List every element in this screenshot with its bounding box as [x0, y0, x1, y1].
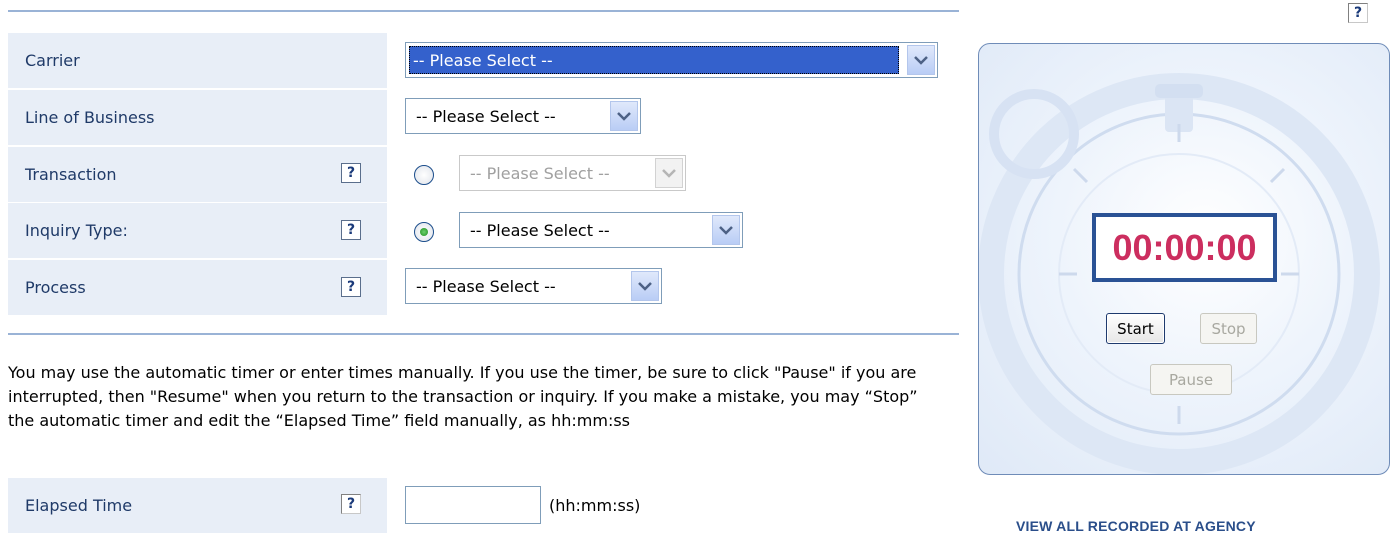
- process-select[interactable]: -- Please Select --: [405, 268, 662, 304]
- middle-divider: [8, 333, 959, 335]
- view-all-recorded-link[interactable]: VIEW ALL RECORDED AT AGENCY: [1016, 518, 1256, 534]
- timer-panel: 00:00:00 Start Stop Pause: [978, 43, 1390, 475]
- elapsed-time-input[interactable]: [405, 486, 541, 524]
- inquiry-type-label-text: Inquiry Type:: [25, 221, 128, 240]
- line-of-business-select[interactable]: -- Please Select --: [405, 98, 641, 134]
- inquiry-type-radio[interactable]: [414, 222, 434, 242]
- elapsed-time-label-text: Elapsed Time: [25, 496, 133, 515]
- start-button[interactable]: Start: [1106, 313, 1165, 344]
- stop-button: Stop: [1200, 313, 1257, 344]
- elapsed-timer-display: 00:00:00: [1092, 213, 1277, 282]
- timer-help-icon[interactable]: ?: [1348, 3, 1368, 23]
- chevron-down-icon[interactable]: [610, 101, 638, 131]
- elapsed-time-help-icon[interactable]: ?: [341, 494, 361, 514]
- carrier-select-value: -- Please Select --: [409, 46, 899, 74]
- process-select-value: -- Please Select --: [416, 276, 556, 296]
- process-help-icon[interactable]: ?: [341, 277, 361, 297]
- transaction-radio[interactable]: [414, 165, 434, 185]
- chevron-down-icon: [655, 158, 683, 188]
- inquiry-type-help-icon[interactable]: ?: [341, 220, 361, 240]
- transaction-select-value: -- Please Select --: [470, 163, 610, 183]
- carrier-label: Carrier: [8, 33, 387, 88]
- transaction-label-text: Transaction: [25, 165, 117, 184]
- elapsed-time-label: Elapsed Time: [8, 478, 387, 533]
- process-label: Process: [8, 260, 387, 315]
- timer-instructions: You may use the automatic timer or enter…: [8, 363, 918, 430]
- radio-selected-dot: [420, 228, 428, 236]
- pause-button: Pause: [1150, 364, 1232, 395]
- inquiry-type-select-value: -- Please Select --: [470, 220, 610, 240]
- inquiry-type-label: Inquiry Type:: [8, 203, 387, 258]
- carrier-select[interactable]: -- Please Select --: [405, 42, 938, 78]
- transaction-select: -- Please Select --: [459, 155, 686, 191]
- process-label-text: Process: [25, 278, 86, 297]
- line-of-business-label: Line of Business: [8, 90, 387, 145]
- chevron-down-icon[interactable]: [712, 215, 740, 245]
- line-of-business-label-text: Line of Business: [25, 108, 155, 127]
- line-of-business-select-value: -- Please Select --: [416, 106, 556, 126]
- inquiry-type-select[interactable]: -- Please Select --: [459, 212, 743, 248]
- chevron-down-icon[interactable]: [631, 271, 659, 301]
- transaction-label: Transaction: [8, 147, 387, 202]
- elapsed-time-format-hint: (hh:mm:ss): [549, 496, 641, 515]
- top-divider: [8, 10, 959, 12]
- transaction-help-icon[interactable]: ?: [341, 163, 361, 183]
- carrier-label-text: Carrier: [25, 51, 80, 70]
- chevron-down-icon[interactable]: [907, 45, 935, 75]
